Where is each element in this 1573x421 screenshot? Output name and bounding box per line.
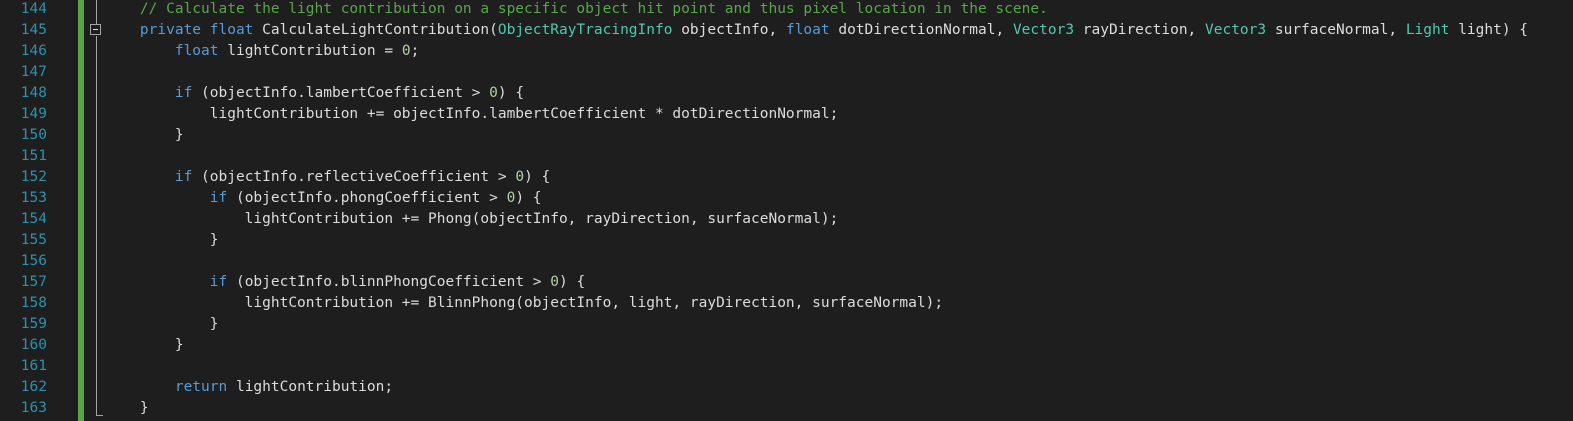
code-token: 0 [550,274,559,290]
code-token: objectInfo, [672,22,786,38]
code-token: ) { [497,85,525,101]
code-token: ) { [558,274,586,290]
code-line[interactable]: if (objectInfo.blinnPhongCoefficient > 0… [105,272,585,293]
code-token: lightContribution += BlinnPhong(objectIn… [105,295,944,311]
code-token: 0 [489,85,498,101]
code-line[interactable]: return lightContribution; [105,377,393,398]
code-token: } [105,127,184,143]
fold-guide [96,36,97,416]
line-number: 147 [20,64,47,80]
line-number: 145 [20,22,47,38]
code-line[interactable]: } [105,335,184,356]
code-token: if [209,274,228,290]
code-line[interactable]: if (objectInfo.reflectiveCoefficient > 0… [105,167,550,188]
line-number-gutter: 144 145 146 147 148 149 150 151 152 153 154 155 156 1… [0,0,78,421]
code-token: lightContribution = [218,43,402,59]
code-line[interactable]: lightContribution += objectInfo.lambertC… [105,104,839,125]
code-line[interactable]: } [105,314,219,335]
code-token: ) { [524,169,551,185]
code-token: } [105,400,149,416]
code-token: ; [410,43,420,59]
line-number: 152 [20,169,47,185]
line-number: 159 [20,316,47,332]
line-number: 154 [20,211,47,227]
line-number: 163 [20,400,47,416]
code-line[interactable]: private float CalculateLightContribution… [105,20,1528,41]
code-token: lightContribution += objectInfo.lambertC… [105,106,839,122]
code-token: (objectInfo.phongCoefficient > [227,190,507,206]
code-token: } [105,316,219,332]
code-token: 0 [401,43,411,59]
code-token: lightContribution; [227,379,394,395]
collapse-icon[interactable] [90,24,101,35]
code-line[interactable]: lightContribution += Phong(objectInfo, r… [105,209,839,230]
fold-guide-end [96,415,103,416]
line-number: 146 [20,43,47,59]
code-token: if [209,190,228,206]
code-token: Light [1405,22,1450,38]
code-token: (objectInfo.blinnPhongCoefficient > [227,274,551,290]
line-number: 149 [20,106,47,122]
line-number: 144 [20,1,47,17]
line-number: 153 [20,190,47,206]
change-indicator-bar [78,0,84,421]
code-token: surfaceNormal, [1266,22,1406,38]
code-token: dotDirectionNormal, [829,22,1013,38]
code-token: // Calculate the light contribution on a… [105,1,1048,17]
code-token: float [209,22,254,38]
code-line[interactable]: // Calculate the light contribution on a… [105,0,1048,20]
line-number: 150 [20,127,47,143]
code-token: lightContribution += Phong(objectInfo, r… [105,211,839,227]
line-number: 162 [20,379,47,395]
code-token: } [105,232,219,248]
line-number: 160 [20,337,47,353]
line-number: 148 [20,85,47,101]
code-line[interactable]: } [105,230,219,251]
code-token: private [139,22,202,38]
code-token: float [174,43,219,59]
code-token: if [174,169,193,185]
code-line[interactable]: } [105,125,184,146]
line-number: 156 [20,253,47,269]
code-line[interactable]: } [105,398,149,419]
code-token: return [174,379,228,395]
code-token: } [105,337,184,353]
code-token: ObjectRayTracingInfo [497,22,673,38]
line-number: 158 [20,295,47,311]
fold-guide-top [96,0,97,24]
line-number: 155 [20,232,47,248]
code-token: 0 [515,169,525,185]
code-token: CalculateLightContribution( [253,22,498,38]
code-token: float [785,22,830,38]
code-token: ) { [515,190,542,206]
code-line[interactable]: lightContribution += BlinnPhong(objectIn… [105,293,943,314]
line-number: 157 [20,274,47,290]
code-token: Vector3 [1205,22,1267,38]
code-line[interactable]: if (objectInfo.lambertCoefficient > 0) { [105,83,524,104]
code-token: (objectInfo.lambertCoefficient > [192,85,490,101]
code-token: if [174,85,193,101]
code-token: light) { [1449,22,1529,38]
code-token: rayDirection, [1074,22,1206,38]
code-token: Vector3 [1012,22,1075,38]
code-line[interactable]: if (objectInfo.phongCoefficient > 0) { [105,188,542,209]
line-number: 151 [20,148,47,164]
code-line[interactable]: float lightContribution = 0; [105,41,419,62]
line-number: 161 [20,358,47,374]
code-editor[interactable]: 144 145 146 147 148 149 150 151 152 153 154 155 156 1… [0,0,1573,421]
code-token: (objectInfo.reflectiveCoefficient > [192,169,516,185]
